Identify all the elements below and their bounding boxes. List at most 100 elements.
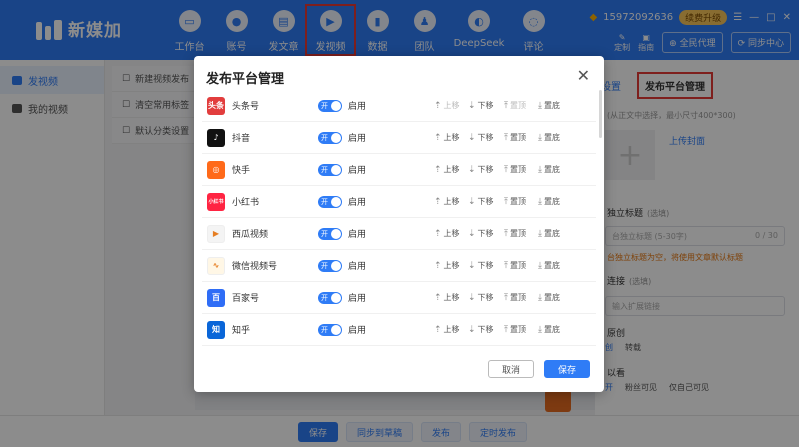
enable-toggle[interactable]: 开 [318, 259, 342, 272]
move-up-button[interactable]: ⇡ 上移 [434, 164, 460, 175]
platform-logo-icon: 头条 [207, 96, 225, 115]
move-bottom-button[interactable]: ⤓ 置底 [538, 292, 560, 303]
dialog-save-button[interactable]: 保存 [544, 360, 590, 378]
arrow-up-icon: ⇡ [434, 292, 442, 303]
move-bottom-button[interactable]: ⤓ 置底 [538, 260, 560, 271]
platform-status: 启用 [348, 262, 367, 272]
move-down-button[interactable]: ⇣ 下移 [468, 324, 494, 335]
move-top-button[interactable]: ⤒ 置顶 [504, 196, 526, 207]
platform-name: 微信视频号 [232, 262, 278, 272]
platform-logo-icon: ◎ [207, 160, 225, 179]
platform-status: 启用 [348, 326, 367, 336]
move-bottom-button[interactable]: ⤓ 置底 [538, 164, 560, 175]
move-top-button[interactable]: ⤒ 置顶 [504, 260, 526, 271]
move-bottom-button[interactable]: ⤓ 置底 [538, 228, 560, 239]
move-top-button[interactable]: ⤒ 置顶 [504, 228, 526, 239]
enable-toggle[interactable]: 开 [318, 291, 342, 304]
platform-row: 小红书 小红书 开启用 ⇡ 上移 ⇣ 下移 ⤒ 置顶 ⤓ 置底 [202, 186, 596, 218]
enable-toggle[interactable]: 开 [318, 323, 342, 336]
move-down-button[interactable]: ⇣ 下移 [468, 196, 494, 207]
move-top-button[interactable]: ⤒ 置顶 [504, 100, 526, 111]
move-top-button[interactable]: ⤒ 置顶 [504, 292, 526, 303]
platform-name: 抖音 [232, 134, 251, 144]
move-down-button[interactable]: ⇣ 下移 [468, 228, 494, 239]
arrow-up-icon: ⇡ [434, 260, 442, 271]
arrow-down-icon: ⇣ [468, 260, 476, 271]
move-down-button[interactable]: ⇣ 下移 [468, 100, 494, 111]
move-bottom-button[interactable]: ⤓ 置底 [538, 132, 560, 143]
platform-logo-icon: ♪ [207, 128, 225, 147]
pin-top-icon: ⤒ [504, 164, 508, 175]
move-top-button[interactable]: ⤒ 置顶 [504, 164, 526, 175]
arrow-down-icon: ⇣ [468, 132, 476, 143]
platform-logo-icon: 知 [207, 320, 225, 339]
move-up-button[interactable]: ⇡ 上移 [434, 196, 460, 207]
enable-toggle[interactable]: 开 [318, 195, 342, 208]
cancel-button[interactable]: 取消 [488, 360, 534, 378]
scrollbar[interactable] [599, 90, 602, 138]
move-down-button[interactable]: ⇣ 下移 [468, 132, 494, 143]
move-down-button[interactable]: ⇣ 下移 [468, 164, 494, 175]
close-icon[interactable]: ✕ [577, 66, 590, 85]
arrow-up-icon: ⇡ [434, 196, 442, 207]
arrow-down-icon: ⇣ [468, 228, 476, 239]
move-top-button[interactable]: ⤒ 置顶 [504, 324, 526, 335]
enable-toggle[interactable]: 开 [318, 163, 342, 176]
platform-name: 头条号 [232, 102, 260, 112]
platform-name: 快手 [232, 166, 251, 176]
pin-top-icon: ⤒ [504, 292, 508, 303]
platform-status: 启用 [348, 134, 367, 144]
move-up-button[interactable]: ⇡ 上移 [434, 100, 460, 111]
platform-name: 西瓜视频 [232, 230, 269, 240]
pin-bottom-icon: ⤓ [538, 292, 542, 303]
platform-row: ♪ 抖音 开启用 ⇡ 上移 ⇣ 下移 ⤒ 置顶 ⤓ 置底 [202, 122, 596, 154]
pin-bottom-icon: ⤓ [538, 324, 542, 335]
move-down-button[interactable]: ⇣ 下移 [468, 292, 494, 303]
platform-row: 百百家号 开启用 ⇡ 上移 ⇣ 下移 ⤒ 置顶 ⤓ 置底 [202, 282, 596, 314]
enable-toggle[interactable]: 开 [318, 227, 342, 240]
pin-bottom-icon: ⤓ [538, 196, 542, 207]
pin-bottom-icon: ⤓ [538, 228, 542, 239]
move-up-button[interactable]: ⇡ 上移 [434, 132, 460, 143]
platform-row: ▶ 西瓜视频 开启用 ⇡ 上移 ⇣ 下移 ⤒ 置顶 ⤓ 置底 [202, 218, 596, 250]
pin-bottom-icon: ⤓ [538, 100, 542, 111]
arrow-down-icon: ⇣ [468, 164, 476, 175]
arrow-up-icon: ⇡ [434, 228, 442, 239]
arrow-up-icon: ⇡ [434, 164, 442, 175]
move-bottom-button[interactable]: ⤓ 置底 [538, 196, 560, 207]
arrow-up-icon: ⇡ [434, 100, 442, 111]
move-up-button[interactable]: ⇡ 上移 [434, 324, 460, 335]
platform-row: 头条 头条号 开启用 ⇡ 上移 ⇣ 下移 ⤒ 置顶 ⤓ 置底 [202, 90, 596, 122]
arrow-up-icon: ⇡ [434, 324, 442, 335]
platform-status: 启用 [348, 102, 367, 112]
arrow-down-icon: ⇣ [468, 292, 476, 303]
platform-name: 百家号 [232, 294, 260, 304]
pin-bottom-icon: ⤓ [538, 164, 542, 175]
enable-toggle[interactable]: 开 [318, 99, 342, 112]
move-bottom-button[interactable]: ⤓ 置底 [538, 324, 560, 335]
platform-logo-icon: 百 [207, 288, 225, 307]
move-up-button[interactable]: ⇡ 上移 [434, 228, 460, 239]
move-up-button[interactable]: ⇡ 上移 [434, 260, 460, 271]
platform-row: ◎ 快手 开启用 ⇡ 上移 ⇣ 下移 ⤒ 置顶 ⤓ 置底 [202, 154, 596, 186]
move-up-button[interactable]: ⇡ 上移 [434, 292, 460, 303]
pin-top-icon: ⤒ [504, 260, 508, 271]
pin-bottom-icon: ⤓ [538, 132, 542, 143]
dialog-title: 发布平台管理 [206, 72, 285, 87]
move-bottom-button[interactable]: ⤓ 置底 [538, 100, 560, 111]
platform-row: 知知乎 开启用 ⇡ 上移 ⇣ 下移 ⤒ 置顶 ⤓ 置底 [202, 314, 596, 346]
arrow-down-icon: ⇣ [468, 324, 476, 335]
arrow-up-icon: ⇡ [434, 132, 442, 143]
enable-toggle[interactable]: 开 [318, 131, 342, 144]
platform-row: ∿ 微信视频号 开启用 ⇡ 上移 ⇣ 下移 ⤒ 置顶 ⤓ 置底 [202, 250, 596, 282]
pin-top-icon: ⤒ [504, 132, 508, 143]
platform-list: 头条 头条号开启用 ⇡ 上移 ⇣ 下移 ⤒ 置顶 ⤓ 置底 ♪ 抖音开启用 ⇡ 上移 ⇣ 下移 ⤒ 置顶 ⤓ 置底 ◎ 快… [202, 90, 596, 346]
arrow-down-icon: ⇣ [468, 100, 476, 111]
platform-logo-icon: ∿ [207, 256, 225, 275]
platform-status: 启用 [348, 166, 367, 176]
platform-logo-icon: ▶ [207, 224, 225, 243]
move-down-button[interactable]: ⇣ 下移 [468, 260, 494, 271]
platform-logo-icon: 小红书 [207, 192, 225, 211]
move-top-button[interactable]: ⤒ 置顶 [504, 132, 526, 143]
pin-top-icon: ⤒ [504, 228, 508, 239]
